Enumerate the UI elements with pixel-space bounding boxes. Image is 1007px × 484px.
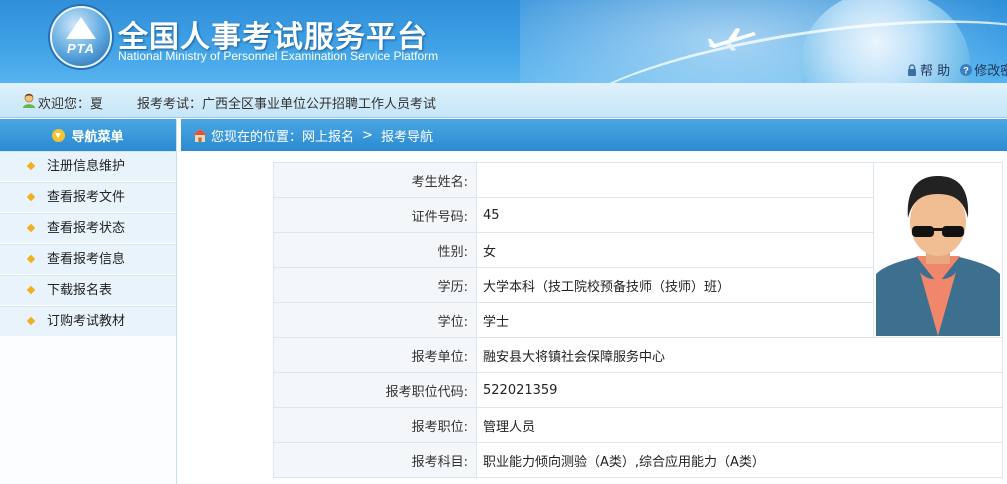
bullet-icon	[26, 223, 36, 233]
sidebar-item-label: 注册信息维护	[47, 159, 126, 174]
sidebar-item-label: 查看报考文件	[47, 190, 126, 205]
user-icon	[23, 93, 35, 108]
sidebar-item-order-materials[interactable]: 订购考试教材	[0, 306, 176, 337]
top-links: 帮 助 ? 修改密码	[906, 60, 1007, 79]
employer-label: 报考单位:	[273, 337, 477, 373]
sidebar-menu: 注册信息维护 查看报考文件 查看报考状态 查看报考信息 下载报名表 订购考试教材	[0, 151, 176, 337]
lock-icon	[908, 64, 916, 76]
down-arrow-icon	[52, 128, 66, 142]
employer-value: 融安县大将镇社会保障服务中心	[476, 337, 1003, 373]
logo-peak-shape	[66, 17, 96, 39]
bullet-icon	[26, 161, 36, 171]
help-link[interactable]: 帮 助	[920, 64, 950, 79]
education-label: 学历:	[273, 267, 477, 303]
position-code-label: 报考职位代码:	[273, 372, 477, 408]
home-icon	[193, 128, 207, 142]
bullet-icon	[26, 192, 36, 202]
breadcrumb-current: 报考导航	[380, 129, 433, 145]
sidebar-item-exam-status[interactable]: 查看报考状态	[0, 213, 176, 244]
gender-value: 女	[476, 232, 874, 268]
sidebar-item-registration-info[interactable]: 注册信息维护	[0, 151, 176, 182]
page: PTA 全国人事考试服务平台 National Ministry of Pers…	[0, 0, 1007, 484]
position-label: 报考职位:	[273, 407, 477, 443]
sidebar-item-download-form[interactable]: 下载报名表	[0, 275, 176, 306]
svg-text:?: ?	[964, 66, 970, 76]
table-row: 考生姓名:	[273, 162, 1003, 338]
position-value: 管理人员	[476, 407, 1003, 443]
education-value: 大学本科（技工院校预备技师（技师）班）	[476, 267, 874, 303]
airplane-icon	[708, 28, 756, 51]
degree-label: 学位:	[273, 302, 477, 338]
site-banner: PTA 全国人事考试服务平台 National Ministry of Pers…	[0, 0, 1007, 83]
id-number-value: 45	[476, 197, 874, 233]
breadcrumb-separator: >	[362, 127, 373, 143]
table-row: 报考科目: 职业能力倾向测验（A类）,综合应用能力（A类）	[273, 442, 1003, 478]
sidebar-item-label: 订购考试教材	[47, 314, 126, 329]
breadcrumb: 您现在的位置： 网上报名 > 报考导航	[181, 119, 1007, 151]
logo-text: PTA	[66, 41, 96, 56]
table-row: 报考单位: 融安县大将镇社会保障服务中心	[273, 337, 1003, 373]
sidebar-header: 导航菜单	[0, 119, 176, 151]
table-row: 报考职位: 管理人员	[273, 407, 1003, 443]
pta-logo: PTA	[50, 6, 112, 68]
sidebar-item-exam-info[interactable]: 查看报考信息	[0, 244, 176, 275]
sidebar-title: 导航菜单	[71, 129, 124, 145]
sidebar-item-label: 下载报名表	[47, 283, 113, 298]
subjects-value: 职业能力倾向测验（A类）,综合应用能力（A类）	[476, 442, 1003, 478]
exam-name: 报考考试：广西全区事业单位公开招聘工作人员考试	[137, 97, 437, 112]
applicant-info-table: 考生姓名: 证件号码: 45 性别: 女 学历: 大学本科（技工院校预备技师（技…	[273, 162, 1003, 478]
modify-password-link[interactable]: 修改密码	[974, 64, 1007, 79]
id-number-label: 证件号码:	[273, 197, 477, 233]
bullet-icon	[26, 254, 36, 264]
name-label: 考生姓名:	[273, 162, 477, 198]
info-bar: 欢迎您：夏 报考考试：广西全区事业单位公开招聘工作人员考试	[0, 83, 1007, 118]
bullet-icon	[26, 285, 36, 295]
breadcrumb-prefix: 您现在的位置：	[211, 129, 303, 145]
breadcrumb-online-registration[interactable]: 网上报名	[302, 126, 354, 145]
welcome-text: 欢迎您：夏	[38, 97, 104, 112]
bullet-icon	[26, 316, 36, 326]
photo-cell	[873, 162, 1003, 338]
position-code-value: 522021359	[476, 372, 1003, 408]
table-row: 报考职位代码: 522021359	[273, 372, 1003, 408]
sidebar-item-label: 查看报考状态	[47, 221, 126, 236]
help-icon: ?	[960, 64, 973, 76]
main-content: 考生姓名: 证件号码: 45 性别: 女 学历: 大学本科（技工院校预备技师（技…	[181, 151, 1007, 484]
sidebar-item-label: 查看报考信息	[47, 252, 126, 267]
avatar-photo	[876, 164, 1000, 336]
gender-label: 性别:	[273, 232, 477, 268]
sidebar-item-exam-documents[interactable]: 查看报考文件	[0, 182, 176, 213]
subjects-label: 报考科目:	[273, 442, 477, 478]
sidebar: 导航菜单 注册信息维护 查看报考文件 查看报考状态 查看报考信息 下载报名表 订…	[0, 119, 177, 484]
degree-value: 学士	[476, 302, 874, 338]
site-subtitle: National Ministry of Personnel Examinati…	[118, 49, 439, 63]
name-value	[476, 162, 874, 198]
